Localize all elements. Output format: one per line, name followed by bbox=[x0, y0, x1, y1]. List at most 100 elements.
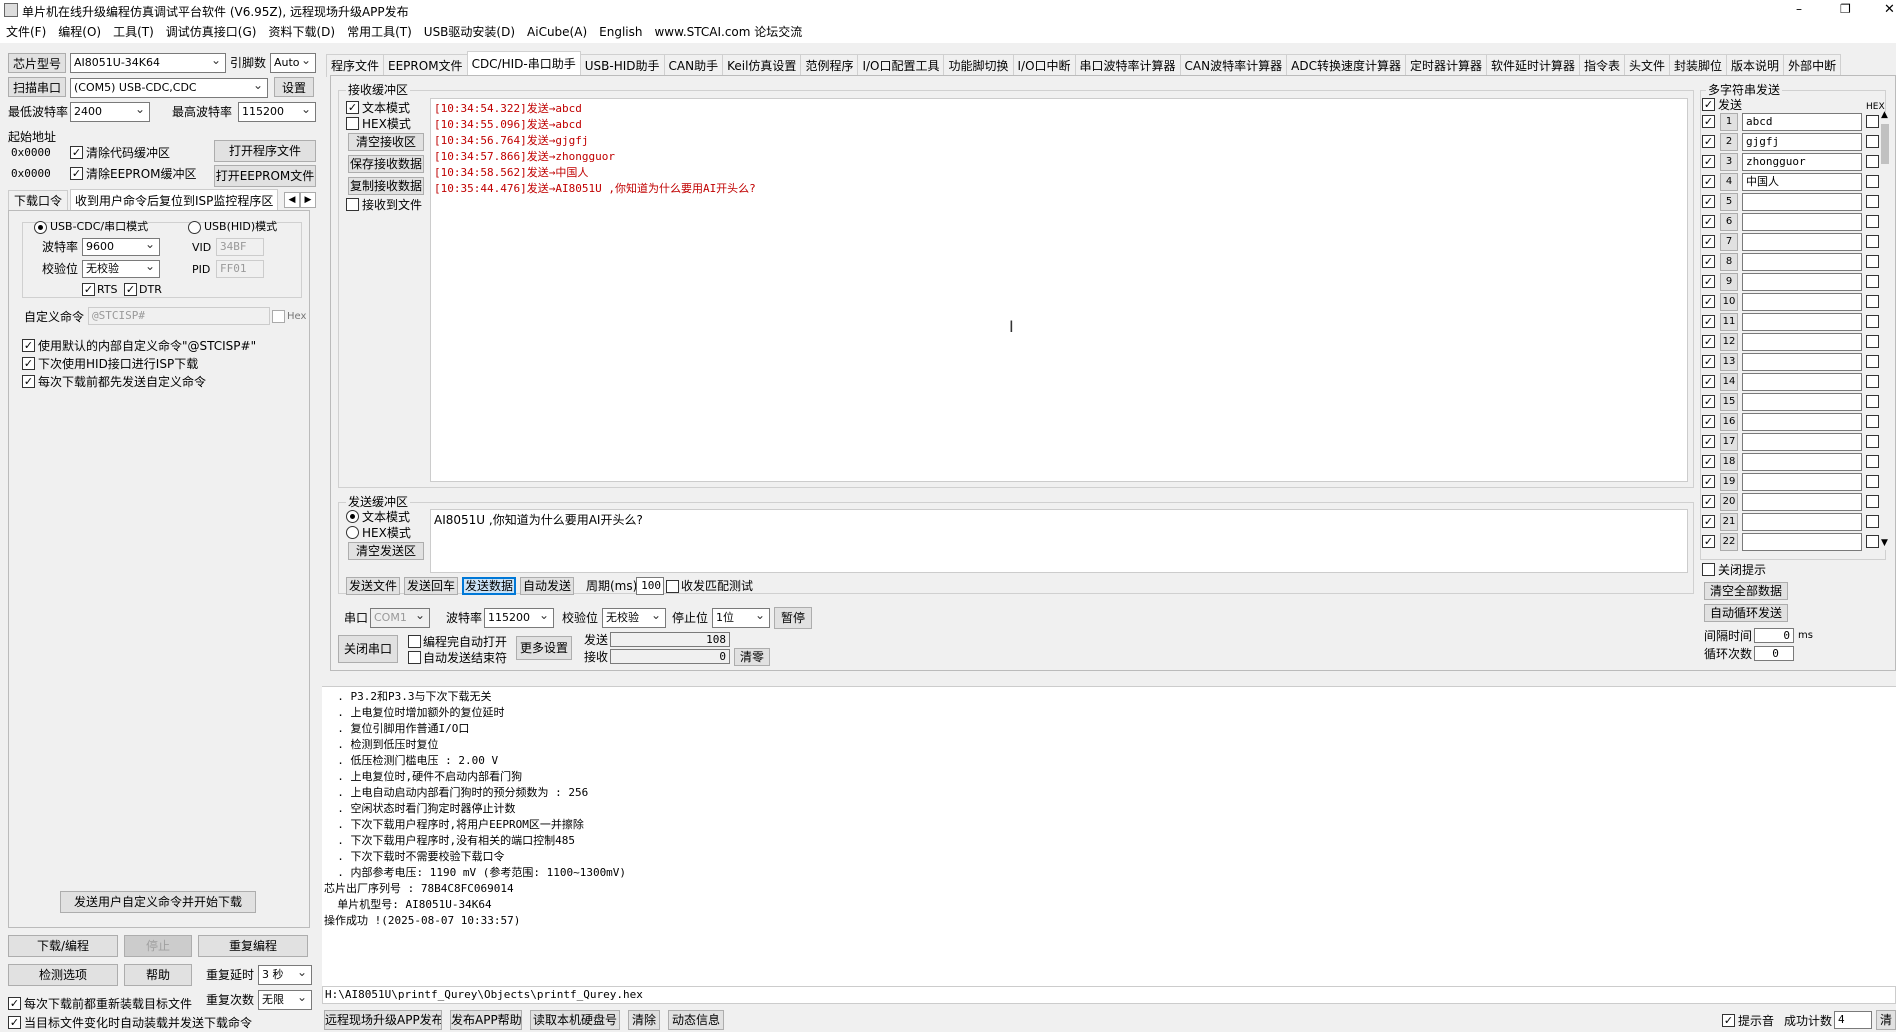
open-after-program-checkbox[interactable] bbox=[408, 635, 421, 648]
recv-text-mode-checkbox[interactable]: ✓ bbox=[346, 101, 359, 114]
stop-bits-select[interactable]: 1位 bbox=[712, 608, 770, 628]
multi-row-text-input[interactable] bbox=[1742, 353, 1862, 371]
subtab-download-password[interactable]: 下载口令 bbox=[8, 190, 69, 210]
menu-program[interactable]: 编程(O) bbox=[52, 21, 107, 43]
multi-row-send-checkbox[interactable]: ✓ bbox=[1702, 215, 1715, 228]
pause-button[interactable]: 暂停 bbox=[774, 607, 812, 629]
more-settings-button[interactable]: 更多设置 bbox=[516, 636, 572, 660]
menu-tools[interactable]: 工具(T) bbox=[107, 21, 160, 43]
period-input[interactable]: 100 bbox=[636, 577, 664, 595]
clear-send-button[interactable]: 清空发送区 bbox=[348, 542, 424, 560]
auto-send-button[interactable]: 自动发送 bbox=[520, 577, 574, 595]
send-text-mode-radio[interactable] bbox=[346, 510, 359, 523]
multi-row-send-checkbox[interactable]: ✓ bbox=[1702, 495, 1715, 508]
read-disk-id-button[interactable]: 读取本机硬盘号 bbox=[530, 1010, 620, 1030]
multi-row-send-checkbox[interactable]: ✓ bbox=[1702, 375, 1715, 388]
send-data-button[interactable]: 发送数据 bbox=[462, 577, 516, 595]
multi-row-hex-checkbox[interactable] bbox=[1866, 295, 1879, 308]
send-textarea[interactable]: AI8051U ,你知道为什么要用AI开头么? bbox=[430, 509, 1688, 573]
multi-row-send-button[interactable]: 3 bbox=[1720, 153, 1738, 171]
multi-row-send-button[interactable]: 19 bbox=[1720, 473, 1738, 491]
multi-row-send-button[interactable]: 4 bbox=[1720, 173, 1738, 191]
check-options-button[interactable]: 检测选项 bbox=[8, 964, 118, 986]
multi-row-send-checkbox[interactable]: ✓ bbox=[1702, 315, 1715, 328]
tab-pin-switch[interactable]: 功能脚切换 bbox=[943, 54, 1014, 77]
multi-row-text-input[interactable] bbox=[1742, 333, 1862, 351]
menu-download[interactable]: 资料下载(D) bbox=[262, 21, 341, 43]
tab-header[interactable]: 头文件 bbox=[1624, 54, 1671, 77]
multi-row-hex-checkbox[interactable] bbox=[1866, 315, 1879, 328]
publish-app-help-button[interactable]: 发布APP帮助 bbox=[450, 1010, 522, 1030]
multi-row-send-button[interactable]: 8 bbox=[1720, 253, 1738, 271]
tab-ext-interrupt[interactable]: 外部中断 bbox=[1783, 54, 1842, 77]
multi-row-send-button[interactable]: 11 bbox=[1720, 313, 1738, 331]
scroll-thumb[interactable] bbox=[1881, 124, 1889, 164]
multi-row-send-button[interactable]: 17 bbox=[1720, 433, 1738, 451]
tab-serial-assistant[interactable]: CDC/HID-串口助手 bbox=[466, 51, 581, 76]
multi-row-text-input[interactable] bbox=[1742, 393, 1862, 411]
multi-row-hex-checkbox[interactable] bbox=[1866, 255, 1879, 268]
chip-model-select[interactable]: AI8051U-34K64 bbox=[70, 53, 226, 73]
multi-row-send-button[interactable]: 6 bbox=[1720, 213, 1738, 231]
multi-row-send-checkbox[interactable]: ✓ bbox=[1702, 395, 1715, 408]
usb-hid-radio[interactable] bbox=[188, 221, 201, 234]
dtr-checkbox[interactable]: ✓ bbox=[124, 283, 137, 296]
repeat-program-button[interactable]: 重复编程 bbox=[198, 935, 308, 957]
multi-row-hex-checkbox[interactable] bbox=[1866, 475, 1879, 488]
subtab-scroll-right[interactable]: ▶ bbox=[300, 192, 316, 208]
multi-row-hex-checkbox[interactable] bbox=[1866, 135, 1879, 148]
multi-row-send-checkbox[interactable]: ✓ bbox=[1702, 155, 1715, 168]
sound-checkbox[interactable]: ✓ bbox=[1722, 1014, 1735, 1027]
repeat-delay-select[interactable]: 3 秒 bbox=[258, 965, 312, 985]
copy-receive-button[interactable]: 复制接收数据 bbox=[348, 177, 424, 195]
multi-row-hex-checkbox[interactable] bbox=[1866, 355, 1879, 368]
close-tip-checkbox[interactable] bbox=[1702, 563, 1715, 576]
code-address-input[interactable]: 0x0000 bbox=[8, 144, 66, 162]
help-button[interactable]: 帮助 bbox=[124, 964, 192, 986]
pin-count-select[interactable]: Auto bbox=[270, 53, 316, 73]
multi-row-text-input[interactable] bbox=[1742, 293, 1862, 311]
multi-row-hex-checkbox[interactable] bbox=[1866, 515, 1879, 528]
tab-timer-calc[interactable]: 定时器计算器 bbox=[1404, 54, 1487, 77]
multi-row-text-input[interactable] bbox=[1742, 453, 1862, 471]
auto-send-terminator-checkbox[interactable] bbox=[408, 651, 421, 664]
multi-row-hex-checkbox[interactable] bbox=[1866, 215, 1879, 228]
restore-button[interactable]: ❐ bbox=[1840, 2, 1851, 16]
multi-row-text-input[interactable] bbox=[1742, 433, 1862, 451]
multi-row-hex-checkbox[interactable] bbox=[1866, 535, 1879, 548]
multi-row-send-checkbox[interactable]: ✓ bbox=[1702, 515, 1715, 528]
multi-row-text-input[interactable]: zhongguor bbox=[1742, 153, 1862, 171]
multi-row-hex-checkbox[interactable] bbox=[1866, 235, 1879, 248]
multi-row-text-input[interactable] bbox=[1742, 273, 1862, 291]
menu-usb-driver[interactable]: USB驱动安装(D) bbox=[418, 21, 521, 43]
multi-row-hex-checkbox[interactable] bbox=[1866, 175, 1879, 188]
open-eeprom-file-button[interactable]: 打开EEPROM文件 bbox=[214, 165, 316, 187]
use-default-command-checkbox[interactable]: ✓ bbox=[22, 339, 35, 352]
repeat-count-select[interactable]: 无限 bbox=[258, 990, 312, 1010]
tab-can-baud-calc[interactable]: CAN波特率计算器 bbox=[1179, 54, 1288, 77]
tab-version[interactable]: 版本说明 bbox=[1726, 54, 1785, 77]
multi-row-send-checkbox[interactable]: ✓ bbox=[1702, 535, 1715, 548]
multi-row-send-button[interactable]: 22 bbox=[1720, 533, 1738, 551]
multi-row-send-checkbox[interactable]: ✓ bbox=[1702, 455, 1715, 468]
multi-row-hex-checkbox[interactable] bbox=[1866, 375, 1879, 388]
multi-row-text-input[interactable] bbox=[1742, 193, 1862, 211]
multi-row-text-input[interactable] bbox=[1742, 233, 1862, 251]
multi-row-text-input[interactable] bbox=[1742, 313, 1862, 331]
multi-row-send-button[interactable]: 5 bbox=[1720, 193, 1738, 211]
multi-row-send-button[interactable]: 10 bbox=[1720, 293, 1738, 311]
menu-aicube[interactable]: AiCube(A) bbox=[521, 21, 593, 43]
multi-row-text-input[interactable]: abcd bbox=[1742, 113, 1862, 131]
usb-cdc-radio[interactable] bbox=[34, 221, 47, 234]
multi-row-send-checkbox[interactable]: ✓ bbox=[1702, 115, 1715, 128]
tab-usb-hid[interactable]: USB-HID助手 bbox=[579, 54, 665, 77]
clear-code-buffer-checkbox[interactable]: ✓ bbox=[70, 146, 83, 159]
vid-input[interactable]: 34BF bbox=[216, 238, 264, 256]
tab-delay-calc[interactable]: 软件延时计算器 bbox=[1485, 54, 1580, 77]
multi-row-send-checkbox[interactable]: ✓ bbox=[1702, 175, 1715, 188]
menu-english[interactable]: English bbox=[593, 21, 648, 43]
use-hid-next-checkbox[interactable]: ✓ bbox=[22, 357, 35, 370]
multi-row-hex-checkbox[interactable] bbox=[1866, 395, 1879, 408]
custom-command-input[interactable]: @STCISP# bbox=[88, 307, 270, 325]
multi-row-hex-checkbox[interactable] bbox=[1866, 155, 1879, 168]
